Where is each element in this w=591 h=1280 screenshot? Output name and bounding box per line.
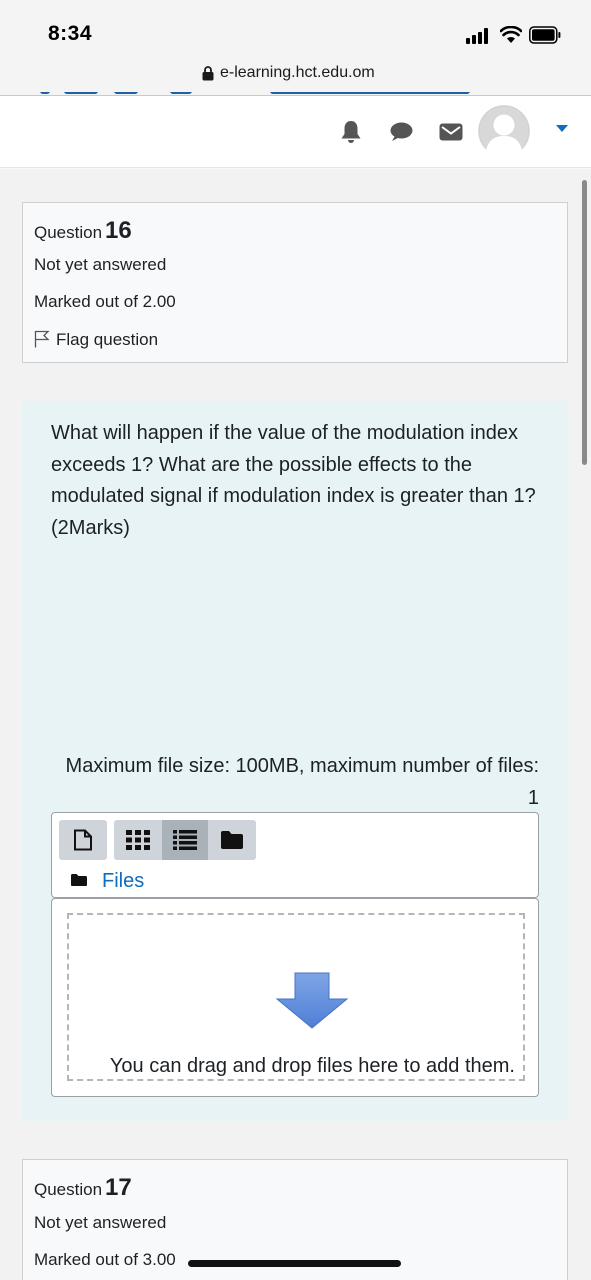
bell-icon[interactable] xyxy=(338,119,364,145)
signal-icon xyxy=(466,28,494,44)
file-drop-zone[interactable]: You can drag and drop files here to add … xyxy=(51,898,539,1097)
folder-icon xyxy=(221,831,243,849)
folder-icon xyxy=(71,874,87,886)
list-icon xyxy=(173,830,197,850)
lock-icon xyxy=(202,66,214,81)
view-tree-button[interactable] xyxy=(208,820,256,860)
question-text: What will happen if the value of the mod… xyxy=(51,422,536,539)
clipped-breadcrumb xyxy=(40,92,470,96)
caret-down-icon[interactable] xyxy=(556,125,568,133)
home-indicator[interactable] xyxy=(188,1260,401,1267)
question-marks: Marked out of 3.00 xyxy=(34,1250,176,1269)
question-label: Question xyxy=(34,223,103,242)
envelope-icon[interactable] xyxy=(438,119,464,145)
question-status: Not yet answered xyxy=(34,255,167,274)
flag-icon xyxy=(34,330,50,348)
chat-icon[interactable] xyxy=(388,119,414,145)
file-icon xyxy=(74,829,92,851)
flag-question-button[interactable]: Flag question xyxy=(34,330,158,350)
status-time: 8:34 xyxy=(48,22,93,45)
avatar[interactable] xyxy=(478,105,530,157)
question-number: Question 17 xyxy=(34,1174,132,1202)
question-number-value: 16 xyxy=(105,217,132,244)
view-list-button[interactable] xyxy=(162,820,208,860)
drop-instructions: You can drag and drop files here to add … xyxy=(109,1055,515,1077)
max-file-size: Maximum file size: 100MB, maximum number… xyxy=(65,755,539,809)
drop-arrow-icon xyxy=(275,972,349,1029)
question-label: Question xyxy=(34,1180,103,1199)
question-16-content: What will happen if the value of the mod… xyxy=(22,401,568,1121)
page-scrollbar[interactable] xyxy=(582,180,587,465)
user-silhouette-icon xyxy=(478,105,530,157)
battery-icon xyxy=(529,26,561,44)
filepicker-path: Files xyxy=(70,870,144,893)
url-text[interactable]: e-learning.hct.edu.om xyxy=(220,64,375,82)
question-16-info: Question 16 Not yet answered Marked out o… xyxy=(22,202,568,363)
files-path-link[interactable]: Files xyxy=(102,870,144,892)
status-bar: 8:34 xyxy=(0,0,591,58)
question-number-value: 17 xyxy=(105,1174,132,1201)
flag-question-label: Flag question xyxy=(56,330,159,349)
question-marks: Marked out of 2.00 xyxy=(34,292,176,311)
question-status: Not yet answered xyxy=(34,1213,167,1232)
view-icons-button[interactable] xyxy=(114,820,162,860)
drop-area[interactable]: You can drag and drop files here to add … xyxy=(67,913,525,1081)
add-file-button[interactable] xyxy=(59,820,107,860)
top-navbar xyxy=(0,97,591,168)
grid-icon xyxy=(126,830,150,850)
question-number: Question 16 xyxy=(34,217,132,245)
wifi-icon xyxy=(500,26,522,43)
url-bar[interactable]: e-learning.hct.edu.om xyxy=(0,58,591,96)
filepicker-toolbar: Files xyxy=(51,812,539,898)
